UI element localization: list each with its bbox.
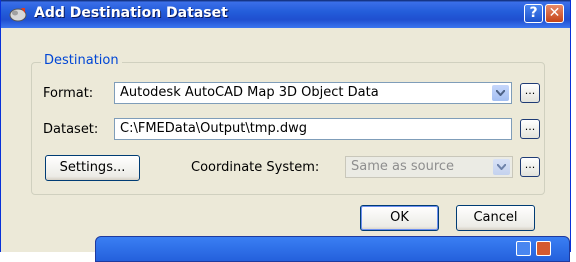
destination-group-label: Destination (41, 53, 122, 68)
background-window-help-icon (516, 241, 531, 256)
format-combo[interactable]: Autodesk AutoCAD Map 3D Object Data (114, 82, 512, 104)
dataset-label: Dataset: (43, 122, 99, 137)
background-window-close-icon (536, 241, 551, 256)
chevron-down-icon[interactable] (493, 159, 510, 175)
close-button[interactable]: ✕ (545, 4, 564, 23)
format-browse-button[interactable]: ... (520, 83, 540, 103)
settings-button[interactable]: Settings... (45, 155, 140, 181)
chevron-down-icon[interactable] (492, 85, 509, 101)
format-label: Format: (43, 86, 94, 101)
dialog-title: Add Destination Dataset (34, 5, 228, 21)
coordinate-system-combo[interactable]: Same as source (345, 156, 513, 178)
fme-dataset-icon (9, 8, 27, 22)
add-destination-dataset-dialog: Add Destination Dataset ? ✕ Destination … (0, 0, 571, 252)
coordinate-system-value: Same as source (351, 159, 455, 174)
dataset-value: C:\FMEData\Output\tmp.dwg (120, 121, 307, 136)
dataset-browse-button[interactable]: ... (520, 119, 540, 139)
ok-button[interactable]: OK (360, 205, 439, 231)
help-button[interactable]: ? (524, 4, 543, 23)
coordinate-system-label: Coordinate System: (191, 160, 320, 175)
dataset-input[interactable]: C:\FMEData\Output\tmp.dwg (114, 118, 512, 140)
format-value: Autodesk AutoCAD Map 3D Object Data (120, 85, 379, 100)
coordinate-system-browse-button[interactable]: ... (520, 157, 540, 177)
title-bar[interactable]: Add Destination Dataset ? ✕ (1, 0, 570, 28)
cancel-button[interactable]: Cancel (456, 205, 535, 231)
background-window-titlebar (95, 236, 570, 262)
